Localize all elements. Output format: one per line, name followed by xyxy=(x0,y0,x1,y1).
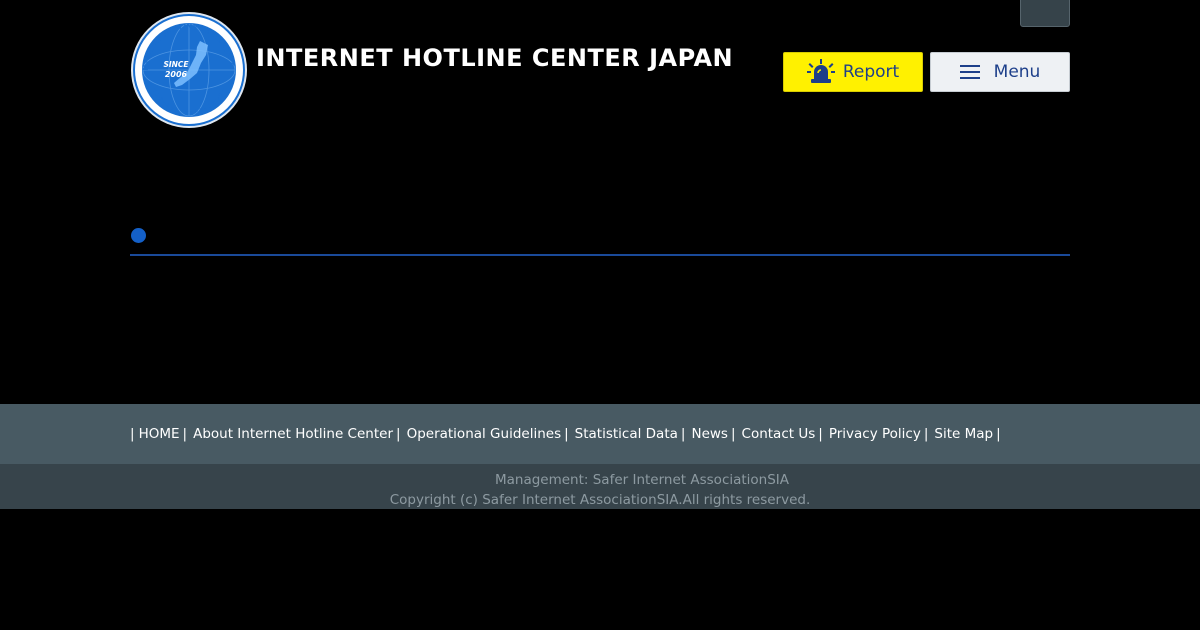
footer-nav-link[interactable]: HOME xyxy=(139,426,180,442)
footer-nav-lead-separator: | xyxy=(130,426,135,442)
footer-nav-item: News | xyxy=(691,426,741,442)
hamburger-icon xyxy=(959,65,980,79)
footer-nav-item: Statistical Data | xyxy=(575,426,692,442)
footer-nav-link[interactable]: Privacy Policy xyxy=(829,426,921,442)
footer-nav-separator: | xyxy=(996,426,1001,442)
footer-nav: | HOME | About Internet Hotline Center | Ope… xyxy=(0,404,1200,464)
footer-nav-item: Privacy Policy | xyxy=(829,426,935,442)
footer-copyright: Copyright (c) Safer Internet Association… xyxy=(389,492,811,508)
menu-button-label: Menu xyxy=(993,62,1041,82)
footer-nav-item: HOME | xyxy=(139,426,194,442)
footer-nav-list: | HOME | About Internet Hotline Center | Ope… xyxy=(130,426,1007,442)
report-button[interactable]: Report xyxy=(783,52,923,92)
section-heading-bullet xyxy=(131,228,146,243)
footer-nav-separator: | xyxy=(923,426,929,442)
footer-nav-separator: | xyxy=(680,426,686,442)
footer-nav-link[interactable]: Statistical Data xyxy=(575,426,678,442)
footer-nav-separator: | xyxy=(396,426,401,442)
footer-nav-link[interactable]: Operational Guidelines xyxy=(407,426,562,442)
footer-nav-item: About Internet Hotline Center | xyxy=(193,426,406,442)
footer-nav-link[interactable]: News xyxy=(691,426,727,442)
report-button-label: Report xyxy=(842,62,900,82)
site-title[interactable]: INTERNET HOTLINE CENTER JAPAN xyxy=(256,44,733,72)
svg-text:2006: 2006 xyxy=(165,70,188,79)
footer-bottom: Management: Safer Internet AssociationSI… xyxy=(0,464,1200,509)
top-tab-button[interactable] xyxy=(1020,0,1070,27)
footer-nav-link[interactable]: About Internet Hotline Center xyxy=(193,426,393,442)
footer-nav-separator: | xyxy=(730,426,736,442)
footer-nav-separator: | xyxy=(182,426,188,442)
footer-nav-link[interactable]: Site Map xyxy=(934,426,993,442)
footer-nav-item: Contact Us | xyxy=(742,426,829,442)
siren-icon xyxy=(806,59,835,83)
footer-nav-item: Operational Guidelines | xyxy=(407,426,575,442)
footer-nav-link[interactable]: Contact Us xyxy=(742,426,816,442)
svg-text:SINCE: SINCE xyxy=(163,60,189,69)
menu-button[interactable]: Menu xyxy=(930,52,1070,92)
section-divider xyxy=(130,254,1070,256)
footer-nav-separator: | xyxy=(818,426,823,442)
footer-nav-separator: | xyxy=(564,426,569,442)
footer-management: Management: Safer Internet AssociationSI… xyxy=(494,472,790,488)
site-header: INTERNET HOTLINE CENTER JAPAN SINCE 2006… xyxy=(0,0,1200,140)
footer-nav-item: Site Map | xyxy=(934,426,1006,442)
site-logo-seal[interactable]: INTERNET HOTLINE CENTER JAPAN SINCE 2006… xyxy=(130,11,248,129)
